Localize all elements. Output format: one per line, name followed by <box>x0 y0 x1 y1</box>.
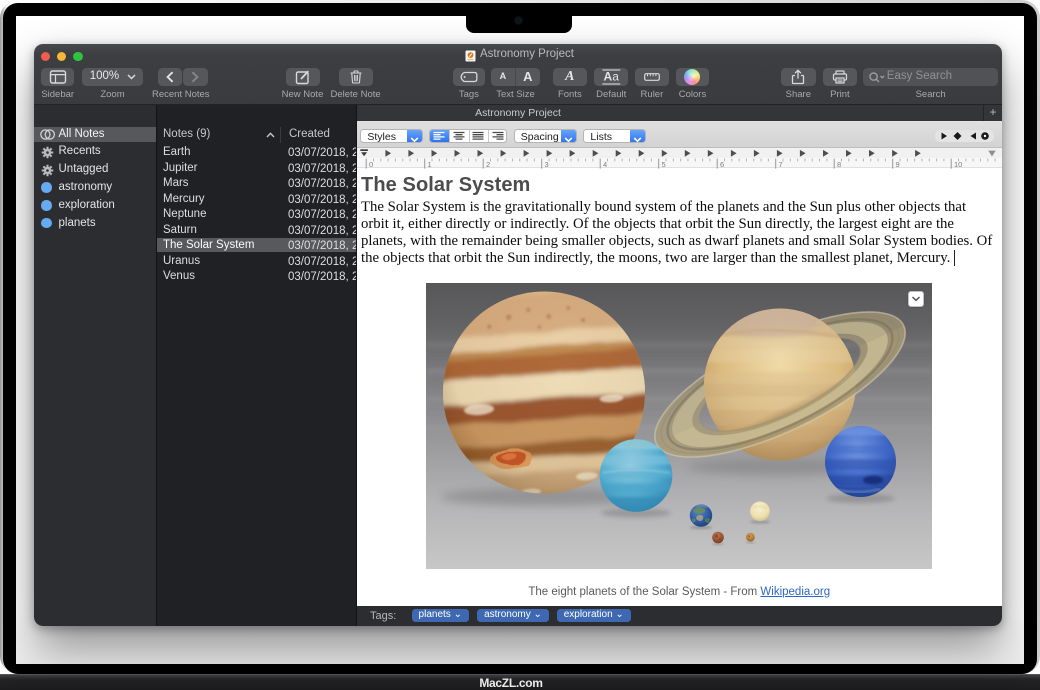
svg-text:9: 9 <box>895 160 899 169</box>
svg-text:4: 4 <box>603 160 607 169</box>
svg-text:1: 1 <box>427 160 431 169</box>
svg-text:0: 0 <box>369 160 373 169</box>
svg-text:3: 3 <box>544 160 548 169</box>
svg-text:7: 7 <box>778 160 782 169</box>
svg-text:8: 8 <box>837 160 841 169</box>
svg-text:2: 2 <box>486 160 490 169</box>
svg-text:10: 10 <box>954 160 962 169</box>
svg-text:5: 5 <box>661 160 665 169</box>
svg-text:6: 6 <box>720 160 724 169</box>
